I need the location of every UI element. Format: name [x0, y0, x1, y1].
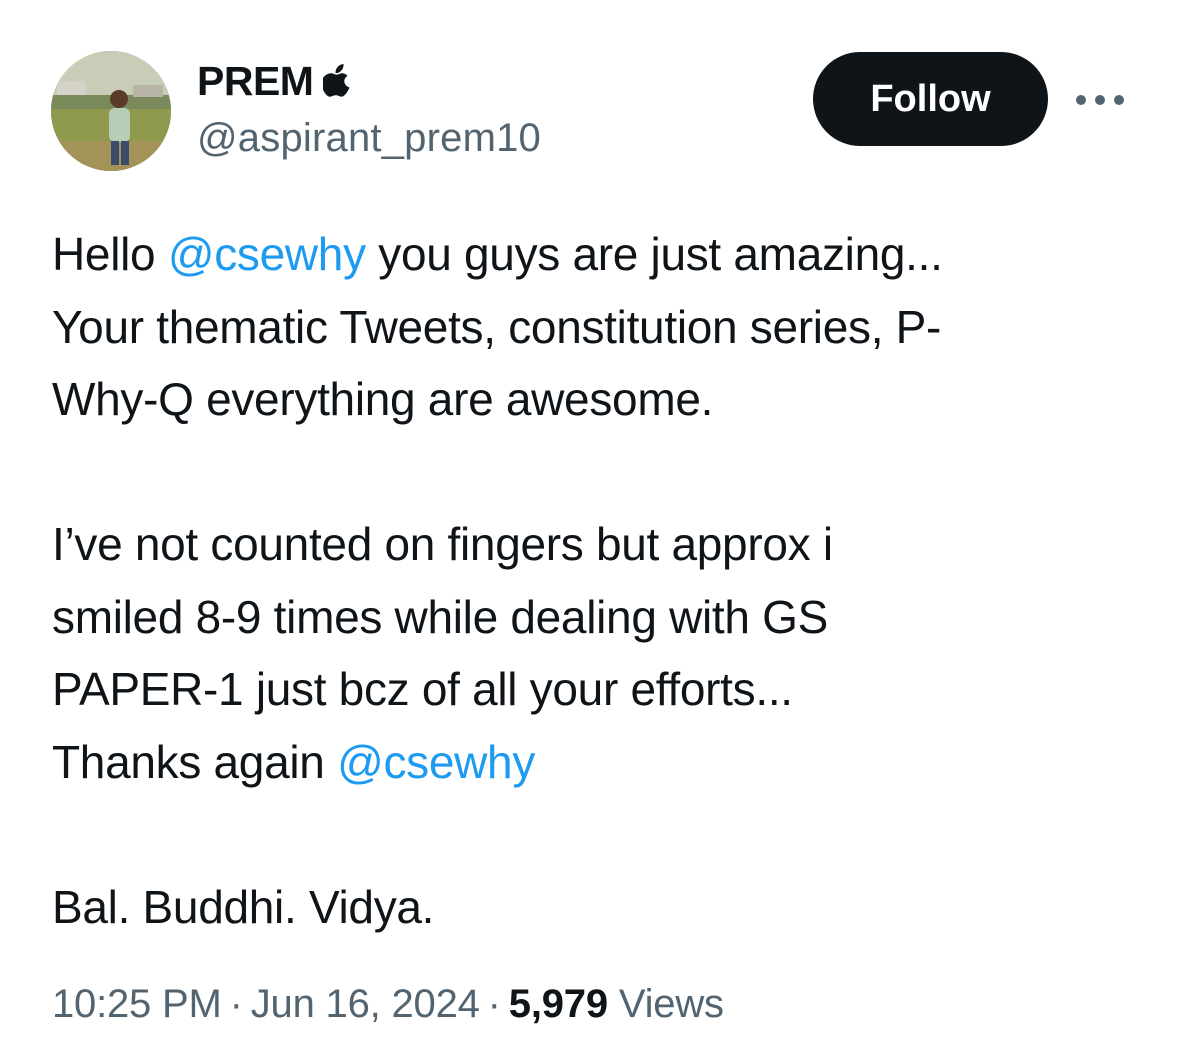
tweet-text-segment: you guys are just amazing...	[365, 228, 943, 280]
paragraph-break	[52, 798, 1142, 871]
tweet-text-segment: Thanks again	[52, 735, 338, 788]
author-name-row[interactable]: PREM	[197, 56, 353, 106]
display-name[interactable]: PREM	[197, 58, 314, 105]
separator-dot: ·	[229, 982, 243, 1026]
tweet-line: Your thematic Tweets, constitution serie…	[52, 300, 942, 353]
follow-button[interactable]: Follow	[813, 52, 1048, 146]
avatar-photo	[51, 51, 171, 171]
mention-link[interactable]: @csewhy	[337, 736, 535, 788]
more-options-button[interactable]	[1070, 80, 1130, 120]
tweet-line: Why-Q everything are awesome.	[52, 373, 714, 425]
tweet-line: smiled 8-9 times while dealing with GS	[52, 590, 829, 643]
tweet-text: Hello @csewhy you guys are just amazing.…	[52, 218, 1142, 943]
avatar[interactable]	[51, 51, 171, 171]
separator-dot: ·	[487, 982, 501, 1026]
mention-link[interactable]: @csewhy	[168, 228, 366, 280]
views-label: Views	[618, 982, 724, 1026]
tweet-date[interactable]: Jun 16, 2024	[251, 982, 480, 1026]
views-count: 5,979	[508, 982, 608, 1026]
tweet-line: Hello @csewhy you guys are just amazing.…	[52, 218, 1142, 291]
tweet-meta: 10:25 PM · Jun 16, 2024 · 5,979 Views	[52, 982, 724, 1027]
tweet-time[interactable]: 10:25 PM	[52, 982, 222, 1026]
tweet-text-segment: Hello	[52, 228, 168, 280]
paragraph-break	[52, 436, 1142, 509]
tweet-line: Bal. Buddhi. Vidya.	[52, 880, 435, 933]
apple-logo-icon	[322, 62, 353, 98]
tweet-line: I’ve not counted on fingers but approx i	[52, 518, 833, 570]
more-horizontal-icon	[1076, 95, 1124, 105]
user-handle[interactable]: @aspirant_prem10	[197, 116, 541, 161]
tweet-line: PAPER-1 just bcz of all your efforts...	[52, 663, 793, 715]
tweet-line: Thanks again @csewhy	[52, 726, 1142, 799]
